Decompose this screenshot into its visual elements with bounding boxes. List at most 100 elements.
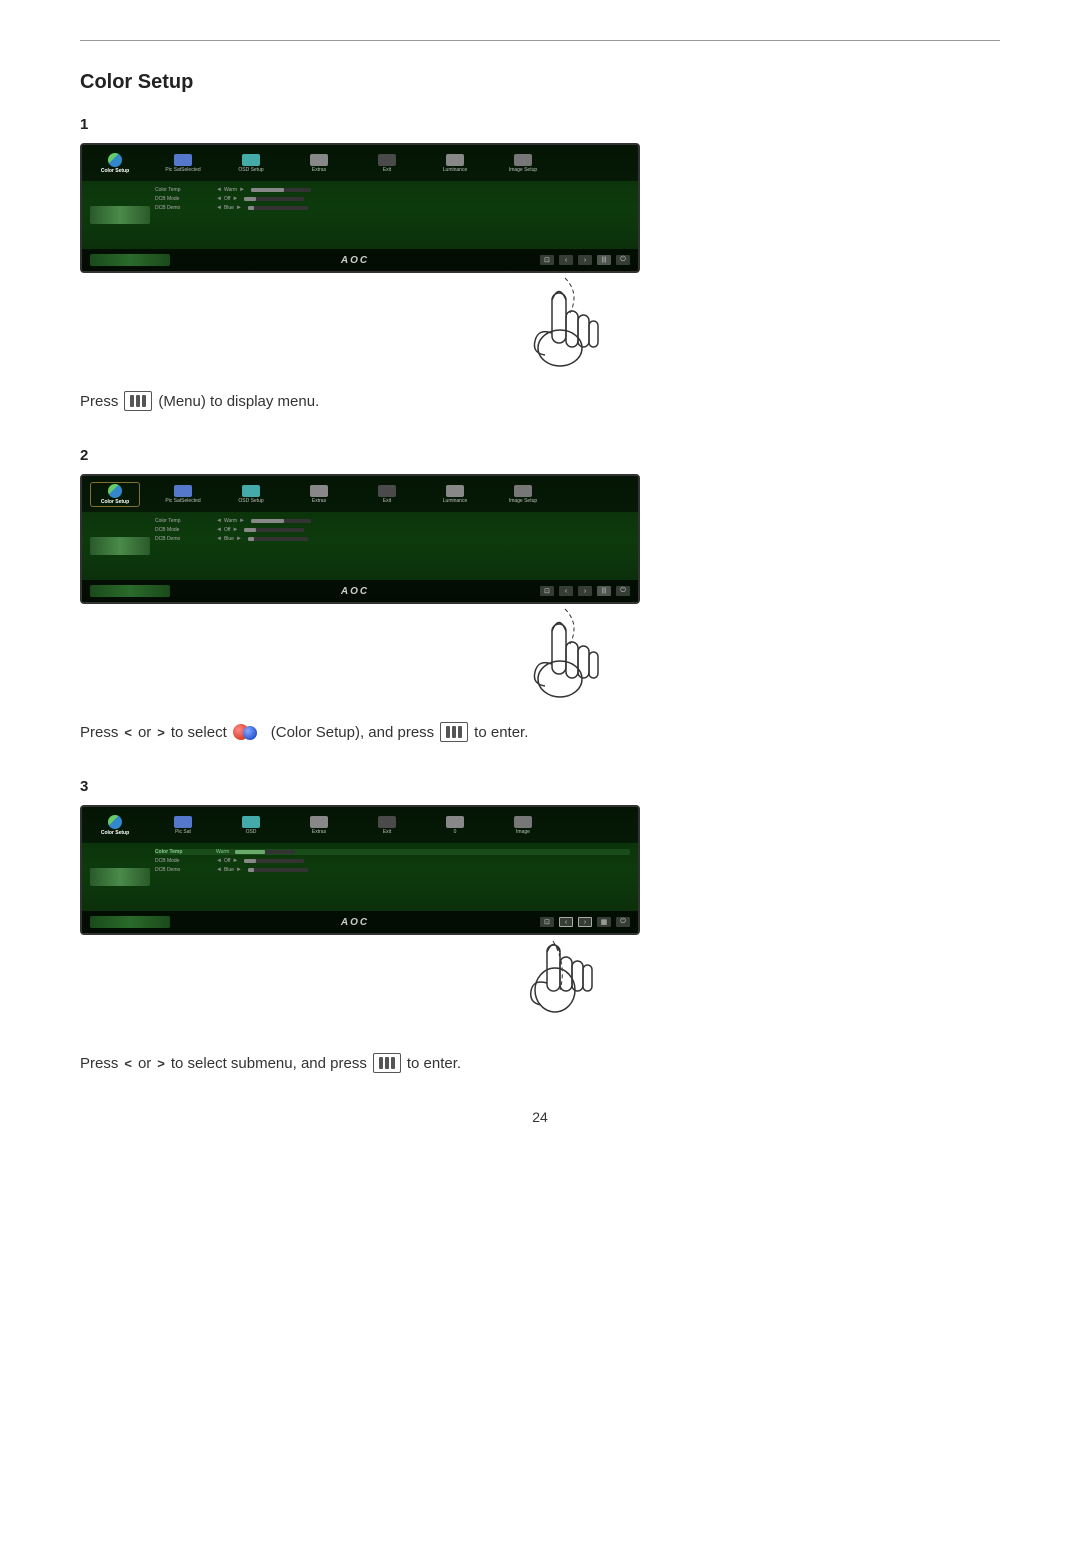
cv-2-1: Off [224, 527, 231, 533]
setting-row-2-2: DCB Demo ◄ Blue ► [155, 536, 630, 542]
instr-2-mid: to select [171, 724, 227, 741]
al-2-2: ◄ [216, 536, 222, 542]
step-3-block: 3 Color Setup Pic Sat [80, 778, 1000, 1073]
b-3-1 [244, 859, 304, 863]
f-3-0 [235, 850, 265, 854]
label-3-0: Color Temp [155, 849, 210, 855]
instr-2-post3: to enter. [474, 724, 528, 741]
osd-label-1: OSD Setup [238, 167, 263, 173]
ctrl-3-0: Warm [216, 849, 229, 855]
menu-label-1: Color Setup [101, 168, 129, 174]
step-1-logo-bar [90, 254, 170, 266]
f-2-0 [251, 519, 284, 523]
ctrl-icon-3c: › [578, 917, 592, 927]
b-3-0 [235, 850, 295, 854]
ctrl-icon-3a: ⊡ [540, 917, 554, 927]
exit-label-2: Exit [383, 498, 391, 504]
step-3-number: 3 [80, 778, 1000, 795]
setting-row-2-1: DCB Mode ◄ Off ► [155, 527, 630, 533]
bar-wrap-1-0 [251, 188, 630, 192]
exit-icon-3 [378, 816, 396, 828]
ctrl-1-0: ◄ Warm ► [216, 187, 245, 193]
step-1-finger-wrap [80, 273, 640, 383]
extras-label-1: Extras [312, 167, 326, 173]
ctrl-2-1: ◄ Off ► [216, 527, 238, 533]
step-3-settings: Color Temp Warm DCB Mode [82, 843, 638, 911]
step-3-bottom-controls: ⊡ ‹ › ▦ ⏻ [540, 917, 630, 927]
b-2-1 [244, 528, 304, 532]
step-1-bottom-controls: ⊡ ‹ › ||| ⏻ [540, 255, 630, 265]
cv-3-0: Warm [216, 849, 229, 855]
f-3-1 [244, 859, 256, 863]
step-2-finger-svg [500, 599, 620, 699]
instr-1-pre: Press [80, 393, 118, 410]
bar-1-2 [248, 206, 308, 210]
step-1-content: Color Setup Pic SatSelected OSD Setup [80, 143, 1000, 383]
bw-3-2 [248, 868, 630, 872]
menu-item-extras-3: Extras [294, 816, 344, 835]
b-3-2 [248, 868, 308, 872]
step-2-content: Color Setup Pic SatSelected OSD Setup [80, 474, 1000, 714]
ctrl-icon-1b: ‹ [559, 255, 573, 265]
menu-item-extras-2: Extras [294, 485, 344, 504]
exit-icon-2 [378, 485, 396, 497]
instr-2-or: or [138, 724, 151, 741]
cv-3-1: Off [224, 858, 231, 864]
bar-wrap-1-1 [244, 197, 630, 201]
osd-menu-icon-1 [242, 154, 260, 166]
step-2-logo-bar [90, 585, 170, 597]
ctrl-icon-menu-1: ||| [597, 255, 611, 265]
bw-3-1 [244, 859, 630, 863]
step-2-instruction: Press < or > to select (Color Setup), an… [80, 722, 1000, 742]
cs-label-2: Color Setup [101, 499, 129, 505]
ar-2-0: ► [239, 518, 245, 524]
menu-item-exit-2: Exit [362, 485, 412, 504]
ctrl-val-1-1: Off [224, 196, 231, 202]
ctrl-icon-3d: ⏻ [616, 917, 630, 927]
step-1-settings: Color Temp ◄ Warm ► [82, 181, 638, 249]
osd-label-2: OSD Setup [238, 498, 263, 504]
step-1-aoc-logo: AOC [341, 255, 369, 266]
ctrl-icon-2a: ⊡ [540, 586, 554, 596]
f-2-1 [244, 528, 256, 532]
osd-icon-3 [242, 816, 260, 828]
instr-3-pre: Press [80, 1055, 118, 1072]
img-icon-1 [514, 154, 532, 166]
extras-label-3: Extras [312, 829, 326, 835]
label-2-2: DCB Demo [155, 536, 210, 542]
step-2-bottom-controls: ⊡ ‹ › ||| ⏻ [540, 586, 630, 596]
bw-2-2 [248, 537, 630, 541]
fill-1-2 [248, 206, 254, 210]
ctrl-icon-3b: ‹ [559, 917, 573, 927]
exit-label-3: Exit [383, 829, 391, 835]
osd-label-3: OSD [246, 829, 257, 835]
ctrl-icon-menu-3: ▦ [597, 917, 611, 927]
step-3-finger-wrap [80, 935, 640, 1045]
thumb-bar-2 [90, 537, 150, 555]
step-2-monitor-inner: Color Setup Pic SatSelected OSD Setup [82, 476, 638, 602]
step-2-monitor-col: Color Setup Pic SatSelected OSD Setup [80, 474, 640, 714]
step-3-aoc-logo: AOC [341, 917, 369, 928]
menu-item-cs-2: Color Setup [90, 482, 140, 507]
zero-label-3: 0 [454, 829, 457, 835]
menu-item-exit-3: Exit [362, 816, 412, 835]
ar-3-2: ► [236, 867, 242, 873]
setting-row-2-0: Color Temp ◄ Warm ► [155, 518, 630, 524]
chevron-right-3: > [157, 1056, 165, 1071]
menu-item-osd-2: OSD Setup [226, 485, 276, 504]
setting-row-3-0: Color Temp Warm [155, 849, 630, 855]
ctrl-1-2: ◄ Blue ► [216, 205, 242, 211]
ctrl-icon-1d: ⏻ [616, 255, 630, 265]
step-2-rows: Color Temp ◄ Warm ► [155, 516, 630, 576]
menu-item-0-3: 0 [430, 816, 480, 835]
zero-icon-3 [446, 816, 464, 828]
page-content: Color Setup 1 Color Setup [0, 41, 1080, 1185]
menu-item-exit-1: Exit [362, 154, 412, 173]
color-balls-icon-2 [233, 722, 265, 742]
menu-item-colorsetup-1: Color Setup [90, 153, 140, 174]
step-3-menu-bar: Color Setup Pic Sat OSD [82, 807, 638, 843]
menu-item-extras-1: Extras [294, 154, 344, 173]
label-1-0: Color Temp [155, 187, 210, 193]
ctrl-icon-menu-2: ||| [597, 586, 611, 596]
ctrl-3-2: ◄ Blue ► [216, 867, 242, 873]
